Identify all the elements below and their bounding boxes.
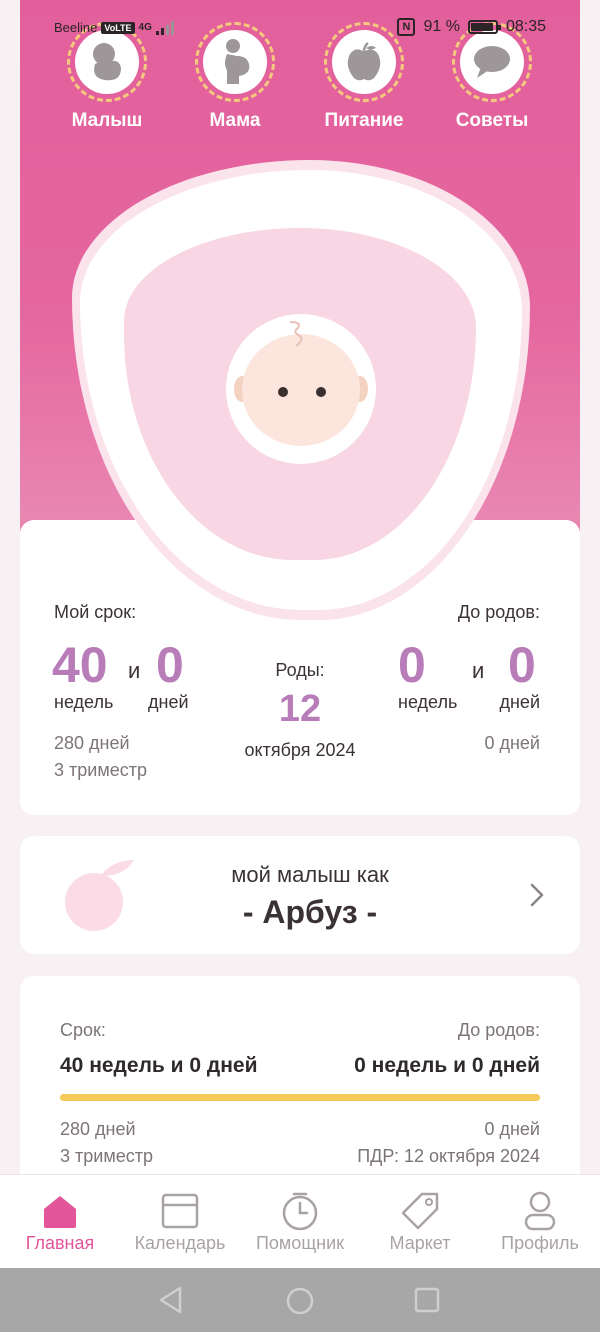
weeks-value: 40 [52, 637, 108, 693]
battery-percent: 91 % [423, 18, 460, 35]
until-value: 0 недель и 0 дней [354, 1054, 540, 1077]
progress-track [60, 1094, 540, 1101]
baby-fetus-icon [93, 43, 121, 81]
birth-month-year: октября 2024 [244, 740, 356, 760]
until-days-unit: дней [499, 692, 540, 712]
birth-day: 12 [278, 688, 322, 730]
status-bar: Beeline VoLTE 4G N 91 % 08:35 [0, 18, 600, 42]
trimester: 3 триместр [54, 760, 147, 780]
pdr-date: ПДР: 12 октября 2024 [357, 1146, 540, 1166]
and-label: и [472, 658, 485, 683]
category-label: Питание [324, 110, 404, 131]
fruit-icon [65, 860, 134, 931]
baby-face [242, 334, 360, 446]
timer-icon [282, 1192, 318, 1231]
total-days: 280 дней [60, 1119, 136, 1139]
progress-card[interactable]: Срок: До родов: 40 недель и 0 дней 0 нед… [20, 976, 580, 1206]
until-days: 0 дней [484, 1119, 540, 1139]
nav-label: Помощник [255, 1233, 344, 1253]
nav-label: Главная [25, 1233, 95, 1253]
home-circle-icon[interactable] [285, 1286, 315, 1316]
category-label: Советы [455, 110, 529, 131]
nav-label: Профиль [501, 1233, 579, 1253]
carrier-label: Beeline [54, 20, 98, 35]
status-left: Beeline VoLTE 4G [54, 20, 174, 35]
progress-fill [60, 1094, 540, 1101]
until-days-value: 0 [508, 637, 536, 693]
category-label: Мама [209, 110, 261, 131]
clock: 08:35 [505, 18, 546, 35]
until-birth-label: До родов: [457, 602, 540, 622]
nfc-icon: N [397, 18, 416, 36]
and-label: и [128, 658, 141, 683]
term-value: 40 недель и 0 дней [60, 1054, 258, 1077]
nav-label: Календарь [134, 1233, 226, 1253]
system-navigation-bar [0, 1268, 600, 1332]
network-label: 4G [138, 22, 152, 33]
battery-icon [467, 20, 501, 34]
speech-bubble-icon [474, 46, 510, 78]
nav-calendar[interactable]: Календарь [120, 1189, 240, 1254]
days-unit: дней [148, 692, 189, 712]
nav-profile[interactable]: Профиль [480, 1189, 600, 1254]
category-label: Малыш [71, 110, 143, 131]
until-total-days: 0 дней [484, 733, 540, 753]
status-right: N 91 % 08:35 [397, 18, 546, 36]
home-icon [44, 1196, 76, 1228]
recents-icon[interactable] [414, 1287, 440, 1313]
trimester: 3 триместр [60, 1146, 153, 1166]
weeks-unit: недель [54, 692, 114, 712]
my-term-label: Мой срок: [54, 602, 137, 622]
days-value: 0 [156, 637, 184, 693]
fruit-name: - Арбуз - [242, 894, 378, 930]
back-icon[interactable] [158, 1286, 184, 1314]
baby-hair-curl-icon [289, 321, 303, 347]
until-weeks-value: 0 [398, 637, 426, 693]
baby-eye-right [316, 387, 326, 397]
volte-badge: VoLTE [101, 21, 135, 34]
birth-label: Роды: [275, 660, 325, 680]
term-label: Срок: [60, 1020, 106, 1040]
calendar-icon [161, 1193, 199, 1229]
tag-icon [401, 1192, 439, 1230]
nav-market[interactable]: Маркет [360, 1189, 480, 1254]
baby-eye-left [278, 387, 288, 397]
fruit-line1: мой малыш как [231, 862, 389, 887]
bottom-navigation: Главная Календарь Помощник Маркет Профил… [0, 1174, 600, 1268]
pregnant-mother-icon [225, 39, 250, 84]
until-label: До родов: [457, 1020, 540, 1040]
until-weeks-unit: недель [398, 692, 458, 712]
nav-label: Маркет [389, 1233, 451, 1253]
apple-icon [347, 42, 381, 81]
nav-assistant[interactable]: Помощник [240, 1189, 360, 1254]
chevron-right-icon[interactable] [530, 883, 544, 907]
fruit-card[interactable]: мой малыш как - Арбуз - [20, 836, 580, 954]
profile-icon [524, 1191, 556, 1231]
total-days: 280 дней [54, 733, 130, 753]
nav-home[interactable]: Главная [0, 1189, 120, 1254]
signal-icon [155, 20, 174, 35]
